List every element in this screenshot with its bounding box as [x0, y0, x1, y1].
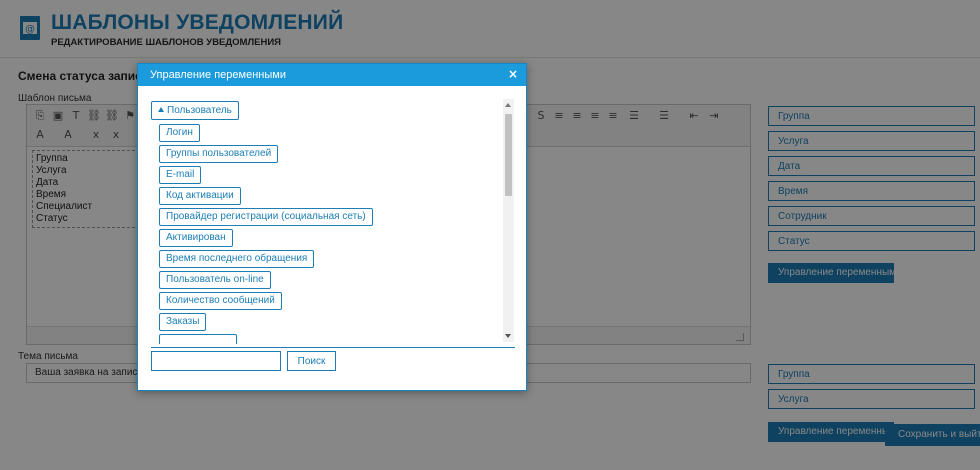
- modal-header: Управление переменными ×: [138, 64, 526, 86]
- tree-node[interactable]: Группы пользователей: [159, 145, 279, 163]
- search-button[interactable]: Поиск: [287, 351, 336, 371]
- tree-scrollbar[interactable]: [503, 99, 514, 342]
- tree-root-label: Пользователь: [167, 105, 232, 116]
- collapse-triangle-icon: [158, 107, 164, 112]
- tree-node[interactable]: Логин: [159, 124, 200, 142]
- tree-node[interactable]: Провайдер регистрации (социальная сеть): [159, 208, 373, 226]
- modal-divider: [151, 347, 515, 348]
- tree-node[interactable]: Время последнего обращения: [159, 250, 315, 268]
- modal-title: Управление переменными: [150, 69, 286, 81]
- tree-node[interactable]: Активирован: [159, 229, 233, 247]
- close-icon[interactable]: ×: [508, 67, 518, 81]
- tree-root-user[interactable]: Пользователь: [151, 101, 239, 120]
- scroll-thumb[interactable]: [505, 114, 512, 196]
- variables-modal: Управление переменными × Пользователь Ло…: [137, 63, 527, 391]
- variable-search-input[interactable]: [151, 351, 281, 371]
- tree-node-partial[interactable]: [159, 334, 237, 344]
- tree-node[interactable]: E-mail: [159, 166, 202, 184]
- tree-node[interactable]: Количество сообщений: [159, 292, 282, 310]
- scroll-up-icon[interactable]: [505, 103, 511, 107]
- tree-node[interactable]: Код активации: [159, 187, 241, 205]
- scroll-down-icon[interactable]: [505, 334, 511, 338]
- tree-node[interactable]: Пользователь on-line: [159, 271, 271, 289]
- tree-node[interactable]: Заказы: [159, 313, 207, 331]
- variables-tree: Пользователь Логин Группы пользователей …: [151, 101, 503, 344]
